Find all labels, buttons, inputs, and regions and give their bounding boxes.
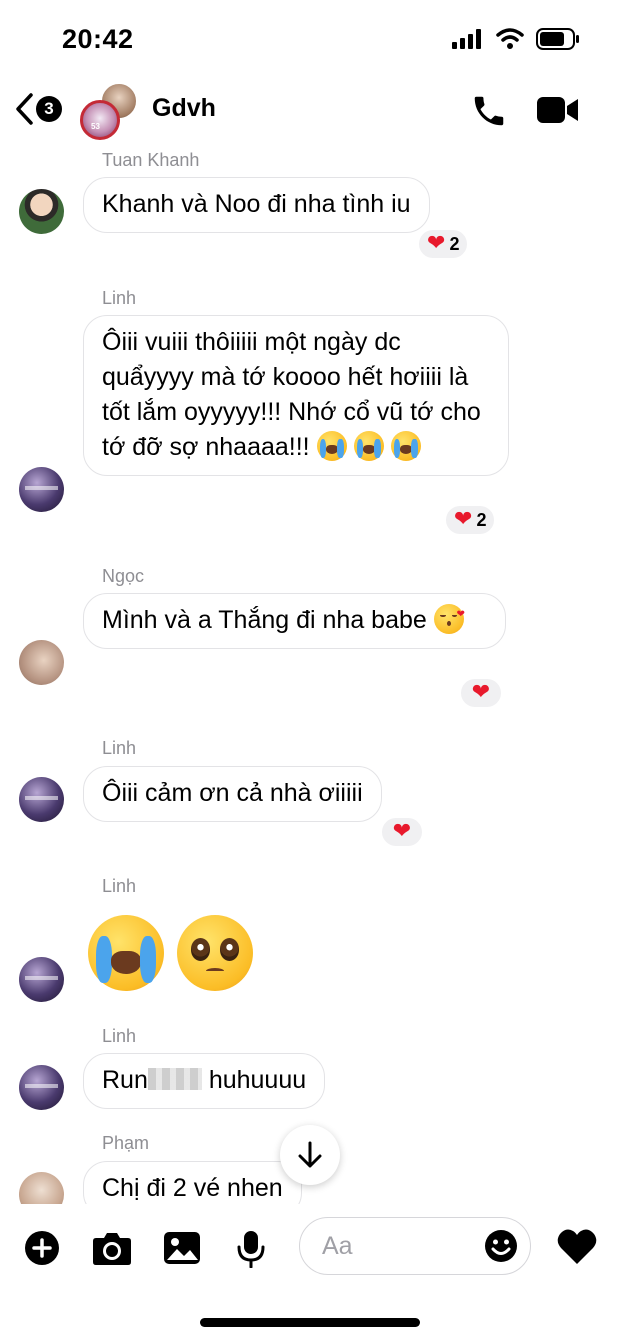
emoji-icon[interactable] <box>484 1229 518 1263</box>
message-list[interactable]: Tuan Khanh Khanh và Noo đi nha tình iu ❤… <box>0 142 620 1204</box>
crying-emoji-icon[interactable] <box>88 915 164 991</box>
home-indicator[interactable] <box>200 1318 420 1327</box>
status-time: 20:42 <box>62 24 134 54</box>
avatar[interactable] <box>19 189 64 234</box>
sender-name: Linh <box>102 876 137 896</box>
message-bubble[interactable]: Mình và a Thắng đi nha babe ❤ <box>83 593 506 649</box>
message-text: Khanh và Noo đi nha tình iu <box>102 190 411 218</box>
avatar[interactable] <box>19 467 64 512</box>
sender-name: Phạm <box>102 1133 150 1153</box>
avatar[interactable] <box>19 1065 64 1110</box>
status-icons <box>452 28 580 50</box>
crying-emoji-icon <box>353 431 384 461</box>
sender-name: Linh <box>102 1026 137 1046</box>
group-name[interactable]: Gdvh <box>152 94 216 123</box>
arrow-down-icon <box>298 1141 322 1168</box>
crying-emoji-icon <box>390 431 421 461</box>
chat-header: 3 53 Gdvh <box>0 80 620 142</box>
reaction-count: 2 <box>476 509 487 530</box>
message-bubble[interactable]: Ôiii cảm ơn cả nhà ơiiiii <box>83 766 382 822</box>
heart-icon[interactable] <box>556 1228 598 1266</box>
phone-icon[interactable] <box>470 92 508 130</box>
avatar[interactable] <box>19 777 64 822</box>
wifi-icon <box>496 28 524 49</box>
group-avatar[interactable]: 53 <box>80 82 138 140</box>
plus-icon[interactable] <box>24 1230 60 1266</box>
reaction-badge[interactable]: ❤ 2 <box>444 504 497 536</box>
heart-reaction-icon: ❤ <box>471 680 491 705</box>
sender-name: Linh <box>102 738 137 758</box>
reaction-count: 2 <box>449 233 460 254</box>
message-text-start: Run <box>102 1066 148 1094</box>
redacted-text <box>147 1068 202 1090</box>
message-text-end: huhuuuu <box>201 1066 307 1094</box>
sender-name: Ngọc <box>102 566 145 586</box>
message-bubble[interactable]: Khanh và Noo đi nha tình iu <box>83 177 430 233</box>
heart-reaction-icon: ❤ <box>392 819 412 844</box>
sender-name: Linh <box>102 288 137 308</box>
back-chevron-icon <box>16 93 33 125</box>
group-avatar-member: 53 <box>80 100 120 140</box>
message-text: Mình và a Thắng đi nha babe <box>102 606 427 634</box>
message-text: Ôiii cảm ơn cả nhà ơiiiii <box>102 779 363 807</box>
microphone-icon[interactable] <box>236 1230 266 1268</box>
reaction-badge[interactable]: ❤ <box>380 816 424 848</box>
heart-reaction-icon: ❤ <box>427 231 446 256</box>
reaction-badge[interactable]: ❤ <box>459 677 503 709</box>
kissing-face-emoji-icon: ❤ <box>433 604 465 634</box>
heart-reaction-icon: ❤ <box>454 507 473 532</box>
scroll-to-bottom-button[interactable] <box>280 1125 340 1185</box>
crying-emoji-icon <box>316 431 347 461</box>
status-bar: 20:42 <box>0 0 620 80</box>
message-bubble[interactable]: Run huhuuuu <box>83 1053 326 1109</box>
sender-name: Tuan Khanh <box>102 150 200 170</box>
battery-icon <box>536 28 579 50</box>
reaction-badge[interactable]: ❤ 2 <box>417 228 470 260</box>
message-text: Chị đi 2 vé nhen <box>102 1174 283 1202</box>
back-button[interactable]: 3 <box>14 92 62 126</box>
avatar[interactable] <box>19 1172 64 1204</box>
cellular-signal-icon <box>452 29 481 49</box>
message-text: Ôiii vuiii thôiiiii một ngày dc quẩyyyy … <box>102 328 481 461</box>
pleading-face-emoji-icon[interactable] <box>177 915 253 991</box>
composer-bar <box>0 1204 620 1290</box>
message-bubble[interactable]: Ôiii vuiii thôiiiii một ngày dc quẩyyyy … <box>83 315 509 476</box>
avatar[interactable] <box>19 957 64 1002</box>
image-icon[interactable] <box>163 1230 201 1266</box>
avatar[interactable] <box>19 640 64 685</box>
camera-icon[interactable] <box>92 1230 132 1266</box>
message-bubble[interactable]: Chị đi 2 vé nhen <box>83 1161 302 1204</box>
unread-count-badge: 3 <box>36 96 62 122</box>
message-input-field[interactable] <box>299 1217 531 1275</box>
message-input[interactable] <box>322 1228 472 1264</box>
avatar-badge: 53 <box>91 122 100 131</box>
video-camera-icon[interactable] <box>536 92 580 128</box>
